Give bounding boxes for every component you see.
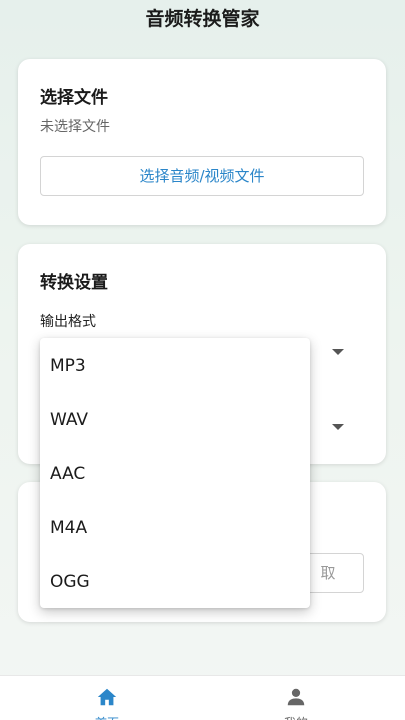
nav-item-home[interactable]: 首页 [57,676,157,720]
pick-file-button[interactable]: 选择音频/视频文件 [40,156,364,196]
nav-item-mine[interactable]: 我的 [246,676,346,720]
dropdown-option-m4a[interactable]: M4A [40,501,310,555]
dropdown-option-ogg[interactable]: OGG [40,555,310,609]
file-card: 选择文件 未选择文件 选择音频/视频文件 [18,59,386,225]
dropdown-option-mp3[interactable]: MP3 [40,339,310,393]
home-icon [97,688,117,706]
settings-card-heading: 转换设置 [40,273,108,293]
bottom-nav: 首页 我的 [0,675,405,720]
chevron-down-icon[interactable] [332,349,344,355]
dropdown-option-aac[interactable]: AAC [40,447,310,501]
file-card-heading: 选择文件 [40,88,108,108]
nav-label-home: 首页 [57,714,157,720]
app-title: 音频转换管家 [145,8,260,30]
format-dropdown-menu: MP3 WAV AAC M4A OGG [40,338,310,608]
dropdown-option-wav[interactable]: WAV [40,393,310,447]
nav-label-mine: 我的 [246,714,346,720]
file-status: 未选择文件 [40,119,110,135]
output-format-label: 输出格式 [40,314,96,330]
person-icon [287,688,305,706]
chevron-down-icon[interactable] [332,424,344,430]
